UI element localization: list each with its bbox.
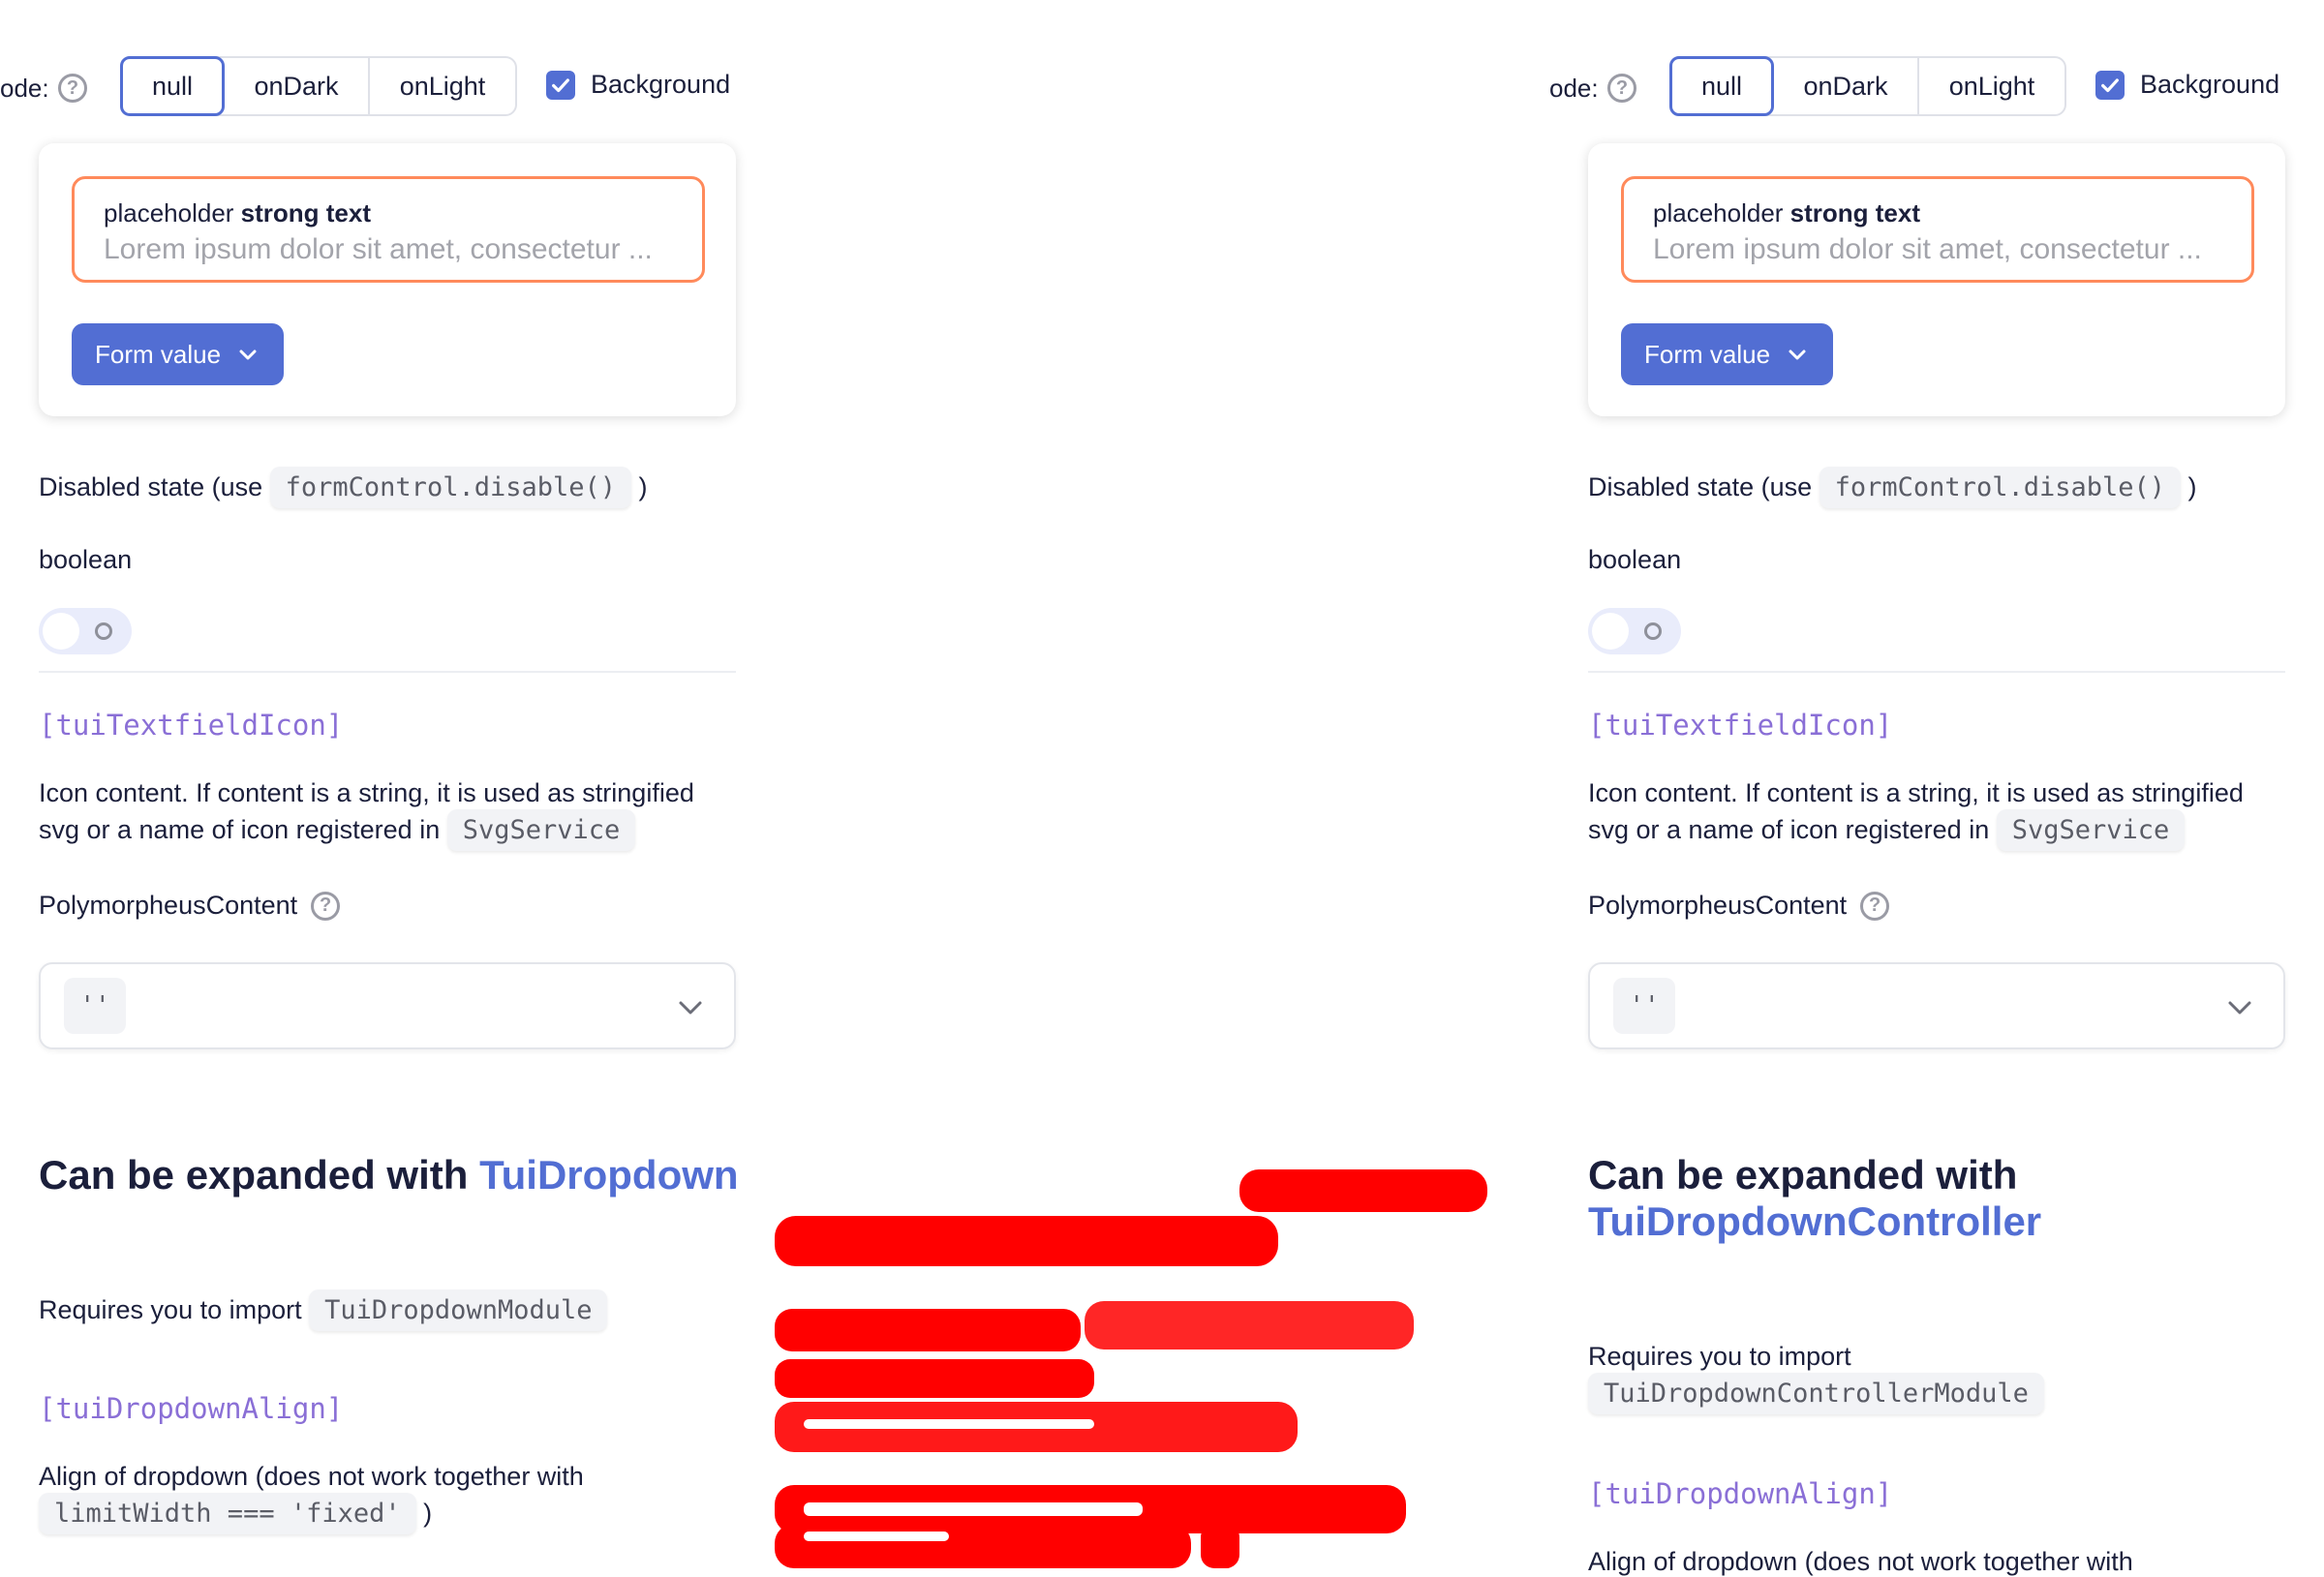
checkbox-check-icon[interactable] [546, 70, 575, 100]
mode-segmented-control: null onDark onLight [120, 56, 517, 116]
icon-description-line1: Icon content. If content is a string, it… [39, 778, 694, 807]
mode-option-null[interactable]: null [120, 56, 225, 116]
demo-card: placeholder strong text Lorem ipsum dolo… [1588, 143, 2285, 416]
chevron-down-icon [2228, 1001, 2251, 1015]
mode-option-onlight[interactable]: onLight [1919, 58, 2064, 114]
code-snippet: formControl.disable() [269, 467, 632, 508]
form-value-button[interactable]: Form value [1621, 323, 1833, 385]
chevron-down-icon [679, 1001, 702, 1015]
disabled-toggle[interactable] [1588, 608, 1681, 654]
icon-description-line1: Icon content. If content is a string, it… [1588, 778, 2244, 807]
polymorpheus-select[interactable]: '' [39, 962, 736, 1049]
help-circle-icon[interactable]: ? [1860, 891, 1890, 921]
icon-description-line2: svg or a name of icon registered in SvgS… [1588, 809, 2186, 851]
icon-description-line2: svg or a name of icon registered in SvgS… [39, 809, 636, 851]
polymorpheus-row: PolymorpheusContent ? [39, 891, 341, 921]
divider [1588, 671, 2285, 673]
prop-dropdown-align: [tuiDropdownAlign] [39, 1392, 344, 1425]
form-value-label: Form value [1644, 339, 1771, 369]
polymorpheus-label: PolymorpheusContent [39, 891, 298, 920]
mode-option-null[interactable]: null [1669, 56, 1774, 116]
textfield-placeholder: Lorem ipsum dolor sit amet, consectetur … [104, 233, 653, 265]
boolean-label: boolean [39, 545, 133, 574]
mode-option-ondark[interactable]: onDark [1774, 58, 1919, 114]
select-value: '' [64, 978, 126, 1034]
prop-textfield-icon: [tuiTextfieldIcon] [1588, 709, 1893, 742]
textfield-label: placeholder strong text [1653, 198, 1920, 227]
code-snippet: SvgService [1996, 809, 2186, 851]
chevron-down-icon [1789, 349, 1806, 360]
mode-label: ode: [0, 74, 49, 103]
polymorpheus-label: PolymorpheusContent [1588, 891, 1848, 920]
mode-row: ode: ? null onDark onLight Background [1549, 56, 2285, 118]
background-checkbox[interactable]: Background [2095, 70, 2279, 100]
heading-link[interactable]: TuiDropdownController [1588, 1198, 2041, 1245]
code-snippet: formControl.disable() [1819, 467, 2182, 508]
toggle-off-icon [95, 622, 112, 640]
disabled-state-text: Disabled state (use formControl.disable(… [39, 467, 648, 508]
disabled-toggle[interactable] [39, 608, 132, 654]
polymorpheus-row: PolymorpheusContent ? [1588, 891, 1890, 921]
help-circle-icon[interactable]: ? [1607, 74, 1636, 103]
select-value: '' [1613, 978, 1675, 1034]
chevron-down-icon [239, 349, 257, 360]
boolean-label: boolean [1588, 545, 1682, 574]
form-value-button[interactable]: Form value [72, 323, 284, 385]
prop-dropdown-align: [tuiDropdownAlign] [1588, 1477, 1893, 1510]
code-snippet: TuiDropdownControllerModule [1588, 1373, 2044, 1414]
textfield-label: placeholder strong text [104, 198, 371, 227]
requires-text: Requires you to import [1588, 1342, 1851, 1371]
divider [39, 671, 736, 673]
redaction-scribble [775, 1169, 1487, 1568]
align-code-row: limitWidth === 'fixed' ) [39, 1493, 432, 1534]
form-value-label: Form value [95, 339, 222, 369]
mode-row: ode: ? null onDark onLight Background [0, 56, 736, 118]
mode-option-onlight[interactable]: onLight [370, 58, 515, 114]
align-description: Align of dropdown (does not work togethe… [39, 1462, 584, 1491]
left-panel: ode: ? null onDark onLight Background pl… [0, 0, 739, 1572]
toggle-knob [43, 613, 79, 650]
toggle-knob [1592, 613, 1629, 650]
toggle-off-icon [1644, 622, 1662, 640]
right-panel: ode: ? null onDark onLight Background pl… [1549, 0, 2285, 1576]
mode-segmented-control: null onDark onLight [1669, 56, 2066, 116]
polymorpheus-select[interactable]: '' [1588, 962, 2285, 1049]
mode-option-ondark[interactable]: onDark [225, 58, 370, 114]
checkbox-check-icon[interactable] [2095, 70, 2125, 100]
code-snippet: SvgService [446, 809, 636, 851]
disabled-state-text: Disabled state (use formControl.disable(… [1588, 467, 2197, 508]
code-snippet: limitWidth === 'fixed' [39, 1493, 416, 1534]
heading-link[interactable]: TuiDropdown [479, 1152, 738, 1198]
prop-textfield-icon: [tuiTextfieldIcon] [39, 709, 344, 742]
section-heading: Can be expanded with [1588, 1152, 2018, 1198]
requires-text: Requires you to import TuiDropdownModule [39, 1289, 608, 1331]
textfield[interactable]: placeholder strong text Lorem ipsum dolo… [1621, 176, 2254, 283]
section-heading: Can be expanded with TuiDropdown [39, 1152, 739, 1198]
align-description: Align of dropdown (does not work togethe… [1588, 1547, 2133, 1576]
textfield[interactable]: placeholder strong text Lorem ipsum dolo… [72, 176, 705, 283]
background-label: Background [2140, 70, 2280, 99]
demo-card: placeholder strong text Lorem ipsum dolo… [39, 143, 736, 416]
help-circle-icon[interactable]: ? [311, 891, 341, 921]
mode-label: ode: [1549, 74, 1599, 103]
background-checkbox[interactable]: Background [546, 70, 730, 100]
requires-code-row: TuiDropdownControllerModule [1588, 1373, 2044, 1414]
code-snippet: TuiDropdownModule [309, 1289, 608, 1331]
textfield-placeholder: Lorem ipsum dolor sit amet, consectetur … [1653, 233, 2202, 265]
help-circle-icon[interactable]: ? [58, 74, 87, 103]
background-label: Background [591, 70, 731, 99]
